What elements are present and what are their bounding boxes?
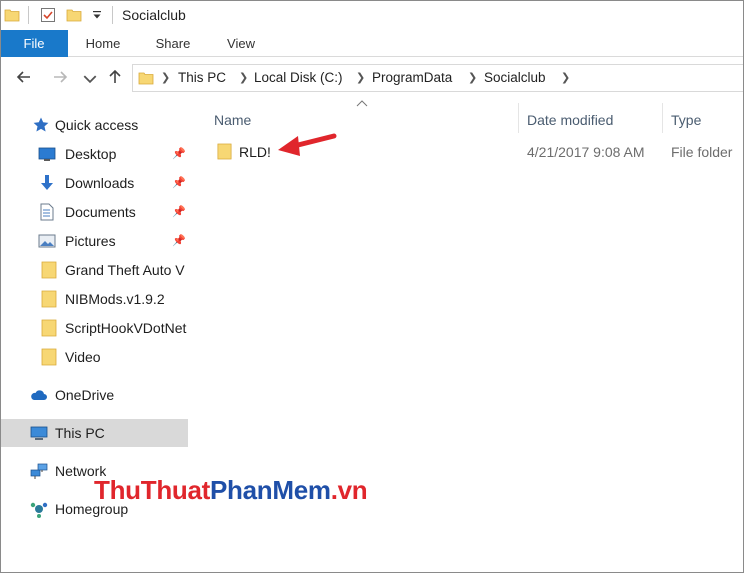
sidebar-item-label: OneDrive	[55, 387, 115, 403]
watermark-part: PhanMem	[210, 475, 331, 505]
sidebar-item-label: Downloads	[65, 175, 135, 191]
tab-home[interactable]: Home	[72, 30, 134, 57]
homegroup-icon	[30, 502, 48, 518]
tab-view[interactable]: View	[210, 30, 272, 57]
sort-ascending-icon	[356, 100, 368, 107]
breadcrumb-local-disk[interactable]: Local Disk (C:)	[254, 65, 343, 91]
window-title: Socialclub	[122, 7, 186, 23]
recent-locations-icon[interactable]	[80, 69, 100, 89]
sidebar-item-onedrive[interactable]: OneDrive	[0, 381, 188, 409]
title-bar: Socialclub	[0, 0, 744, 30]
pin-icon[interactable]: 📌	[172, 147, 186, 161]
network-icon	[30, 463, 48, 479]
sidebar-item-grand-theft-auto-v[interactable]: Grand Theft Auto V	[0, 256, 188, 284]
breadcrumb-this-pc[interactable]: This PC	[178, 65, 226, 91]
tab-file[interactable]: File	[0, 30, 68, 57]
breadcrumb-chevron-icon[interactable]: ❯	[561, 65, 570, 91]
folder-icon	[41, 290, 57, 308]
cloud-icon	[31, 390, 47, 400]
pin-icon[interactable]: 📌	[172, 234, 186, 248]
file-name[interactable]: RLD!	[239, 144, 271, 160]
navigation-bar: ❯ This PC ❯ Local Disk (C:) ❯ ProgramDat…	[0, 57, 744, 99]
documents-icon	[40, 203, 54, 221]
pictures-icon	[38, 234, 56, 248]
new-folder-icon[interactable]	[66, 7, 82, 23]
sidebar-item-scripthookvdotnet[interactable]: ScriptHookVDotNet	[0, 314, 188, 342]
sidebar-item-label: Video	[65, 349, 101, 365]
sidebar-item-nibmods[interactable]: NIBMods.v1.9.2	[0, 285, 188, 313]
watermark-part: .vn	[330, 475, 368, 505]
column-header-name[interactable]: Name	[214, 109, 251, 131]
up-icon[interactable]	[105, 67, 125, 87]
breadcrumb-socialclub[interactable]: Socialclub	[484, 65, 546, 91]
file-type: File folder	[671, 144, 733, 160]
title-separator	[28, 6, 29, 24]
computer-icon	[30, 426, 48, 440]
title-separator	[112, 6, 113, 24]
sidebar-item-this-pc[interactable]: This PC	[0, 419, 188, 447]
properties-icon[interactable]	[40, 7, 56, 23]
desktop-icon	[38, 147, 56, 161]
column-divider[interactable]	[662, 103, 663, 133]
file-date-modified: 4/21/2017 9:08 AM	[527, 144, 645, 160]
annotation-arrow-icon	[278, 133, 337, 156]
customize-toolbar-icon[interactable]	[92, 10, 102, 20]
column-header-type[interactable]: Type	[671, 109, 701, 131]
sidebar-item-pictures[interactable]: Pictures 📌	[0, 227, 188, 255]
folder-icon	[41, 319, 57, 337]
back-icon[interactable]	[14, 67, 34, 87]
folder-icon	[4, 9, 20, 22]
breadcrumb-chevron-icon[interactable]: ❯	[468, 65, 477, 91]
folder-icon	[217, 143, 232, 160]
table-row[interactable]: RLD! 4/21/2017 9:08 AM File folder	[188, 139, 744, 165]
sidebar-item-downloads[interactable]: Downloads 📌	[0, 169, 188, 197]
sidebar-item-label: NIBMods.v1.9.2	[65, 291, 165, 307]
sidebar-item-label: Quick access	[55, 117, 139, 133]
sidebar-item-label: This PC	[55, 425, 105, 441]
pin-icon[interactable]: 📌	[172, 176, 186, 190]
folder-icon	[41, 348, 57, 366]
breadcrumb-chevron-icon[interactable]: ❯	[356, 65, 365, 91]
column-divider[interactable]	[518, 103, 519, 133]
address-bar[interactable]: ❯ This PC ❯ Local Disk (C:) ❯ ProgramDat…	[132, 64, 744, 92]
sidebar-item-quick-access[interactable]: Quick access	[0, 111, 188, 139]
breadcrumb-programdata[interactable]: ProgramData	[372, 65, 452, 91]
sidebar-item-label: Desktop	[65, 146, 117, 162]
sidebar-item-label: ScriptHookVDotNet	[65, 320, 187, 336]
tab-share[interactable]: Share	[142, 30, 204, 57]
sidebar-item-label: Grand Theft Auto V	[65, 262, 185, 278]
sidebar-item-label: Documents	[65, 204, 136, 220]
sidebar-item-video[interactable]: Video	[0, 343, 188, 371]
folder-icon	[138, 72, 154, 85]
breadcrumb-chevron-icon[interactable]: ❯	[239, 65, 248, 91]
folder-icon	[41, 261, 57, 279]
watermark-logo: ThuThuatPhanMem.vn	[94, 475, 368, 506]
forward-icon[interactable]	[50, 67, 70, 87]
sidebar-item-desktop[interactable]: Desktop 📌	[0, 140, 188, 168]
star-icon	[33, 117, 49, 132]
pin-icon[interactable]: 📌	[172, 205, 186, 219]
ribbon-tabs: File Home Share View	[0, 30, 744, 57]
sidebar-item-label: Pictures	[65, 233, 116, 249]
column-header-date-modified[interactable]: Date modified	[527, 109, 613, 131]
breadcrumb-chevron-icon[interactable]: ❯	[161, 65, 170, 91]
sidebar-item-documents[interactable]: Documents 📌	[0, 198, 188, 226]
watermark-part: ThuThuat	[94, 475, 211, 505]
download-icon	[41, 175, 53, 190]
